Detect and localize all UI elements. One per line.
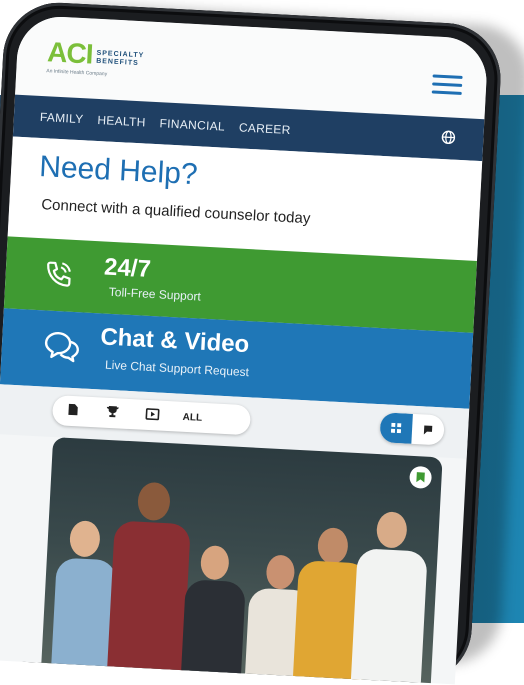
phone-screen: ACI SPECIALTY BENEFITS An Infinite Healt… [0,14,489,685]
document-icon [67,403,78,416]
featured-photo-card[interactable] [39,437,443,685]
nav-item-family[interactable]: FAMILY [40,110,84,126]
trophy-icon [106,405,119,418]
logo-tagline: An Infinite Health Company [46,68,108,78]
support-title: 24/7 [103,253,152,283]
nav-item-career[interactable]: CAREER [239,120,291,137]
phone-call-icon [47,261,71,287]
filter-videos[interactable] [132,407,173,424]
nav-item-financial[interactable]: FINANCIAL [159,116,225,133]
globe-icon[interactable] [441,130,456,145]
logo-mark: ACI [46,36,94,70]
filter-documents[interactable] [52,402,93,420]
hamburger-menu-icon[interactable] [431,74,463,96]
chat-subtitle: Live Chat Support Request [104,357,250,380]
filter-awards[interactable] [92,404,133,422]
content-filter-group: ALL [51,395,252,436]
video-play-icon [145,407,160,420]
bookmark-icon[interactable] [409,465,433,489]
page-title: Need Help? [38,149,199,192]
grid-icon [390,422,402,434]
help-subtitle: Connect with a qualified counselor today [40,196,311,228]
grid-view-button[interactable] [379,412,413,444]
aci-logo[interactable]: ACI SPECIALTY BENEFITS [46,36,145,71]
nav-item-health[interactable]: HEALTH [97,113,146,130]
phone-frame: ACI SPECIALTY BENEFITS An Infinite Healt… [0,0,504,685]
logo-subtitle-line2: BENEFITS [95,57,139,68]
filter-all[interactable]: ALL [172,411,213,424]
list-view-button[interactable] [411,414,445,446]
view-toggle [379,412,445,446]
support-subtitle: Toll-Free Support [108,284,202,304]
logo-subtitle: SPECIALTY BENEFITS [95,50,144,68]
chat-bubbles-icon [44,332,79,363]
flag-icon [423,425,433,435]
chat-title: Chat & Video [99,323,250,359]
